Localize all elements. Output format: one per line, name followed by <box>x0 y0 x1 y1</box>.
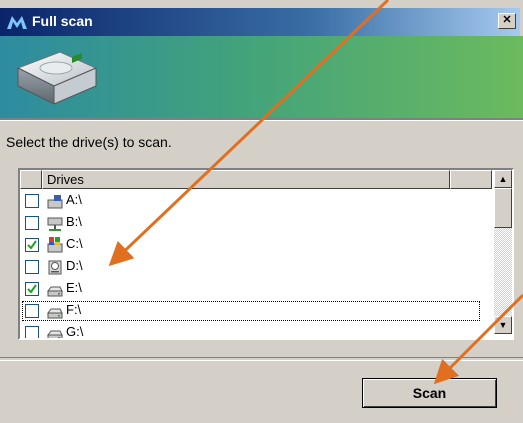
hard-drive-icon <box>16 51 98 105</box>
list-item[interactable]: E:\ <box>20 278 490 300</box>
list-header: Drives <box>20 170 492 189</box>
list-item[interactable]: F:\ <box>20 300 490 322</box>
drive-checkbox[interactable] <box>25 326 39 338</box>
checkmark-icon <box>27 240 37 250</box>
list-item[interactable]: D:\ <box>20 256 490 278</box>
drives-list[interactable]: Drives A:\ B:\ C:\ D:\ E:\ F:\ G:\ ▲ ▼ <box>18 168 514 340</box>
drive-label: G:\ <box>66 324 84 339</box>
list-item[interactable]: C:\ <box>20 234 490 256</box>
header-banner <box>0 36 523 118</box>
removable-drive-icon <box>47 330 63 338</box>
checkmark-icon <box>27 284 37 294</box>
system-drive-icon <box>47 237 63 253</box>
scroll-down-button[interactable]: ▼ <box>494 316 512 334</box>
column-header-drives[interactable]: Drives <box>42 170 450 189</box>
vertical-scrollbar[interactable]: ▲ ▼ <box>494 170 512 334</box>
scroll-up-button[interactable]: ▲ <box>494 170 512 188</box>
floppy-drive-icon <box>47 195 63 209</box>
drive-label: D:\ <box>66 258 83 273</box>
network-drive-icon <box>47 217 63 231</box>
column-header-check[interactable] <box>20 170 42 189</box>
drive-label: E:\ <box>66 280 82 295</box>
close-button[interactable]: ✕ <box>498 13 516 29</box>
column-header-extra[interactable] <box>450 170 492 189</box>
cd-drive-icon <box>48 260 62 275</box>
drive-checkbox[interactable] <box>25 260 39 274</box>
scroll-thumb[interactable] <box>494 188 512 228</box>
scan-button[interactable]: Scan <box>362 378 497 408</box>
drive-checkbox[interactable] <box>25 282 39 296</box>
drive-label: B:\ <box>66 214 82 229</box>
list-item[interactable]: B:\ <box>20 212 490 234</box>
drive-checkbox[interactable] <box>25 238 39 252</box>
drive-checkbox[interactable] <box>25 216 39 230</box>
window-title: Full scan <box>32 13 93 29</box>
instruction-text: Select the drive(s) to scan. <box>6 134 172 150</box>
drive-checkbox[interactable] <box>25 194 39 208</box>
title-bar[interactable]: Full scan ✕ <box>0 8 520 36</box>
app-logo-icon <box>7 16 27 29</box>
list-item[interactable]: G:\ <box>20 322 490 339</box>
full-scan-window: Full scan ✕ Select the drive(s) to scan. <box>0 0 523 423</box>
list-item[interactable]: A:\ <box>20 190 490 212</box>
banner-divider <box>0 118 523 121</box>
focus-rectangle <box>22 301 480 321</box>
drive-label: C:\ <box>66 236 83 251</box>
drive-label: A:\ <box>66 192 82 207</box>
removable-drive-icon <box>47 286 63 297</box>
footer-separator <box>0 357 523 361</box>
